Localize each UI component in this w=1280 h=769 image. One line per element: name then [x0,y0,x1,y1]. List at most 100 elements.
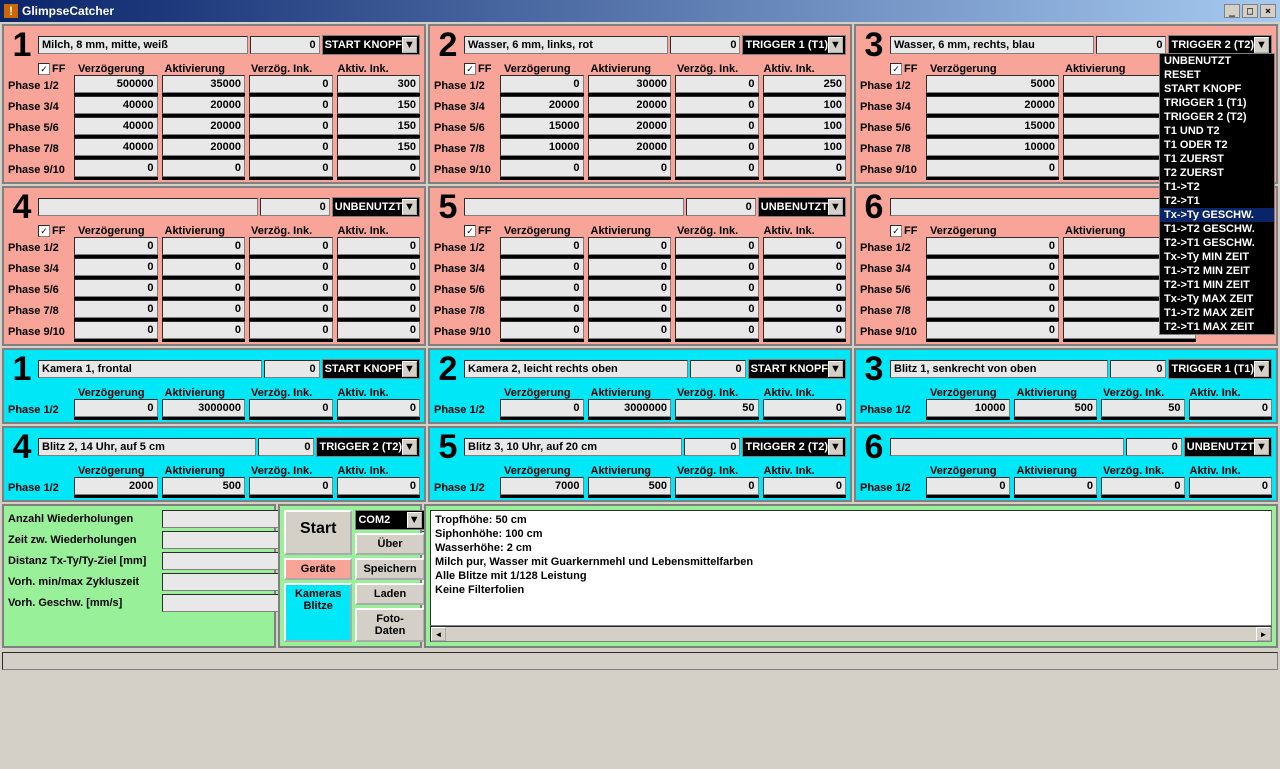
value-input[interactable] [1014,477,1098,495]
trigger-select[interactable]: UNBENUTZT▼ [758,197,846,217]
value-input[interactable] [337,96,421,114]
value-input[interactable] [162,279,246,297]
value-input[interactable] [162,117,246,135]
cameras-button[interactable]: Kameras Blitze [284,583,352,642]
value-input[interactable] [337,279,421,297]
value-input[interactable] [1189,477,1273,495]
value-input[interactable] [500,237,584,255]
value-input[interactable] [763,279,847,297]
value-input[interactable] [675,96,759,114]
value-input[interactable] [763,258,847,276]
value-input[interactable] [588,117,672,135]
trigger-select[interactable]: START KNOPF▼ [748,359,846,379]
top-value-input[interactable] [258,438,314,456]
value-input[interactable] [337,75,421,93]
value-input[interactable] [337,399,421,417]
value-input[interactable] [675,159,759,177]
close-button[interactable]: × [1260,4,1276,18]
ff-checkbox[interactable]: ✓ [38,225,50,237]
value-input[interactable] [337,300,421,318]
top-value-input[interactable] [684,438,740,456]
value-input[interactable] [926,258,1059,276]
value-input[interactable] [588,237,672,255]
value-input[interactable] [675,138,759,156]
value-input[interactable] [74,300,158,318]
value-input[interactable] [74,117,158,135]
trigger-select[interactable]: TRIGGER 1 (T1)▼ [1168,359,1272,379]
value-input[interactable] [588,300,672,318]
about-button[interactable]: Über [355,533,424,555]
value-input[interactable] [588,399,672,417]
value-input[interactable] [1189,399,1273,417]
dropdown-option[interactable]: TRIGGER 2 (T2) [1160,110,1274,124]
value-input[interactable] [337,159,421,177]
value-input[interactable] [675,237,759,255]
value-input[interactable] [162,96,246,114]
dropdown-option[interactable]: T2->T1 [1160,194,1274,208]
value-input[interactable] [249,279,333,297]
dropdown-option[interactable]: Tx->Ty MIN ZEIT [1160,250,1274,264]
value-input[interactable] [337,321,421,339]
value-input[interactable] [74,477,158,495]
value-input[interactable] [588,96,672,114]
value-input[interactable] [926,96,1059,114]
value-input[interactable] [162,300,246,318]
value-input[interactable] [249,237,333,255]
value-input[interactable] [675,321,759,339]
value-input[interactable] [500,117,584,135]
value-input[interactable] [74,399,158,417]
value-input[interactable] [763,399,847,417]
name-input[interactable] [464,36,668,54]
value-input[interactable] [337,237,421,255]
value-input[interactable] [249,117,333,135]
scroll-left-icon[interactable]: ◄ [431,627,446,641]
value-input[interactable] [675,399,759,417]
top-value-input[interactable] [260,198,330,216]
trigger-select[interactable]: TRIGGER 2 (T2)▼ [1168,35,1272,55]
devices-button[interactable]: Geräte [284,558,352,580]
value-input[interactable] [763,237,847,255]
trigger-select[interactable]: START KNOPF▼ [322,359,420,379]
value-input[interactable] [249,300,333,318]
value-input[interactable] [763,321,847,339]
value-input[interactable] [162,399,246,417]
value-input[interactable] [162,138,246,156]
dropdown-option[interactable]: T1->T2 [1160,180,1274,194]
dropdown-option[interactable]: T2->T1 MAX ZEIT [1160,320,1274,334]
value-input[interactable] [337,258,421,276]
value-input[interactable] [1101,399,1185,417]
value-input[interactable] [162,237,246,255]
dropdown-option[interactable]: START KNOPF [1160,82,1274,96]
value-input[interactable] [588,258,672,276]
value-input[interactable] [588,321,672,339]
name-input[interactable] [464,360,688,378]
value-input[interactable] [588,279,672,297]
scroll-right-icon[interactable]: ► [1256,627,1271,641]
trigger-dropdown-list[interactable]: UNBENUTZTRESETSTART KNOPFTRIGGER 1 (T1)T… [1159,53,1275,335]
value-input[interactable] [926,399,1010,417]
top-value-input[interactable] [1096,36,1166,54]
dropdown-option[interactable]: TRIGGER 1 (T1) [1160,96,1274,110]
name-input[interactable] [38,360,262,378]
ff-checkbox[interactable]: ✓ [890,225,902,237]
load-button[interactable]: Laden [355,583,424,605]
start-button[interactable]: Start [284,510,352,555]
top-value-input[interactable] [670,36,740,54]
name-input[interactable] [890,36,1094,54]
name-input[interactable] [890,360,1108,378]
value-input[interactable] [500,477,584,495]
value-input[interactable] [926,279,1059,297]
value-input[interactable] [249,75,333,93]
dropdown-option[interactable]: RESET [1160,68,1274,82]
value-input[interactable] [763,138,847,156]
value-input[interactable] [926,321,1059,339]
value-input[interactable] [500,300,584,318]
value-input[interactable] [162,321,246,339]
maximize-button[interactable]: □ [1242,4,1258,18]
dropdown-option[interactable]: T2 ZUERST [1160,166,1274,180]
value-input[interactable] [926,138,1059,156]
value-input[interactable] [926,159,1059,177]
value-input[interactable] [926,117,1059,135]
top-value-input[interactable] [1110,360,1166,378]
trigger-select[interactable]: TRIGGER 2 (T2)▼ [742,437,846,457]
